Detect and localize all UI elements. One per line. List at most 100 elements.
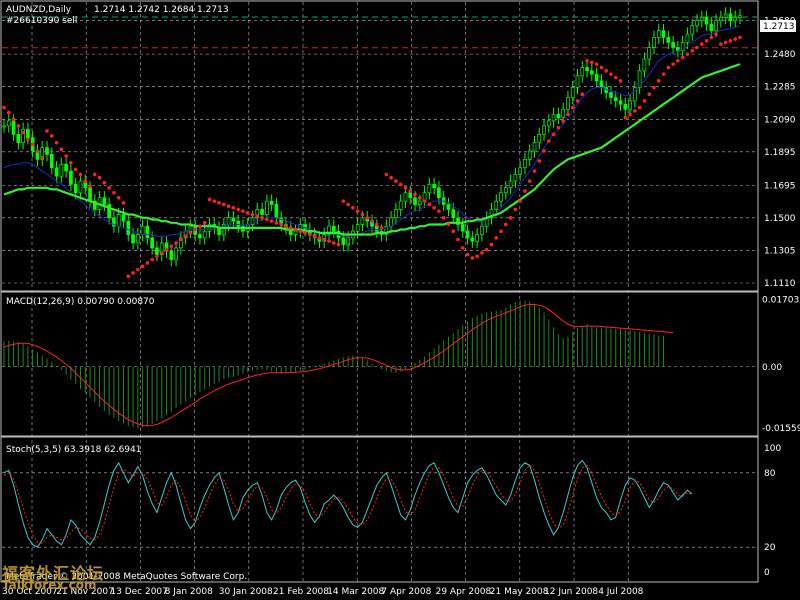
psar-dot [446,222,451,227]
price-bar-body [145,225,150,239]
price-bar-body [346,237,350,245]
psar-dot [661,72,666,76]
psar-dot [704,38,709,43]
price-bar-body [6,120,11,127]
price-bar-body [518,167,523,175]
psar-dot [542,149,546,153]
psar-dot [384,172,389,177]
price-bar-body [465,230,470,239]
price-bar-body [589,70,594,75]
psar-dot [551,132,556,137]
psar-dot [217,201,221,205]
psar-dot [676,59,680,63]
psar-dot [441,216,446,220]
psar-dot [656,79,661,83]
psar-dot [49,134,54,138]
symbol-label: AUDNZD,Daily [6,5,72,15]
psar-dot [112,190,116,195]
psar-dot [642,99,647,103]
price-bar-body [652,37,656,48]
price-bar-body [64,164,68,172]
psar-dot [556,125,561,130]
psar-dot [279,222,283,227]
psar-dot [633,109,637,113]
price-bar-body [594,73,599,82]
price-bar-body [355,224,360,232]
psar-dot [126,274,131,279]
psar-dot [155,254,159,259]
psar-dot [16,124,21,128]
psar-dot [518,199,522,203]
price-bar-body [480,225,484,235]
price-bar-body [566,97,570,110]
price-bar-body [432,184,436,189]
psar-dot [422,199,427,203]
price-bar-body [556,113,561,118]
psar-dot [93,172,97,177]
price-tick-label: 1.2285 [764,83,796,93]
price-bar-body [135,234,140,244]
psar-dot [2,105,6,110]
price-bar-body [446,204,451,210]
psar-dot [45,129,49,133]
psar-dot [738,35,742,40]
psar-dot [695,45,699,50]
price-bar-body [16,133,21,144]
psar-dot [604,69,608,73]
psar-dot [78,172,83,177]
psar-dot [599,65,604,70]
psar-dot [317,236,322,240]
price-bar-body [570,87,575,98]
psar-dot [432,206,436,210]
macd-tick-label: -0.01559 [762,424,800,434]
price-bar-body [45,147,49,155]
psar-dot [327,239,331,244]
price-bar-body [116,214,121,227]
price-bar-body [260,209,264,215]
price-bar-body [623,103,628,110]
psar-dot [647,92,651,97]
psar-dot [188,231,193,235]
price-bar-body [417,200,422,205]
psar-dot [35,149,40,153]
price-bar-body [661,30,666,38]
date-tick-label: 8 Jan 2008 [165,587,213,597]
price-bar-body [403,192,408,202]
psar-dot [336,242,341,247]
psar-dot [83,179,88,183]
price-bar-body [78,180,83,194]
date-tick-label: 30 Jan 2008 [219,587,273,597]
stoch-tick-label: 80 [764,469,776,479]
price-bar-body [131,234,135,244]
price-bar-body [685,33,690,43]
psar-dot [403,185,408,190]
price-bar-body [733,17,738,22]
price-bar-body [642,58,647,72]
psar-dot [394,179,398,183]
psar-dot [580,92,585,97]
price-bar-body [408,192,413,199]
psar-dot [193,227,197,232]
psar-dot [709,35,714,40]
psar-dot [714,32,718,36]
price-bar-body [599,80,604,88]
psar-dot [255,214,260,218]
psar-dot [723,40,728,45]
price-bar-body [198,234,202,239]
psar-dot [241,209,245,213]
psar-dot [298,229,303,233]
price-bar-body [618,100,623,105]
price-bar-body [580,67,585,77]
price-bar-body [69,170,73,185]
chart-root: 30 Oct 200721 Nov 200713 Dec 20078 Jan 2… [0,0,800,600]
psar-dot [226,204,231,208]
psar-dot [179,237,183,242]
price-bar-body [341,237,346,245]
price-bar-body [723,13,728,18]
psar-dot [513,207,518,212]
psar-dot [40,155,45,160]
price-bar-body [73,184,78,194]
psar-dot [260,216,264,220]
price-bar-body [523,159,527,169]
psar-dot [671,62,675,66]
